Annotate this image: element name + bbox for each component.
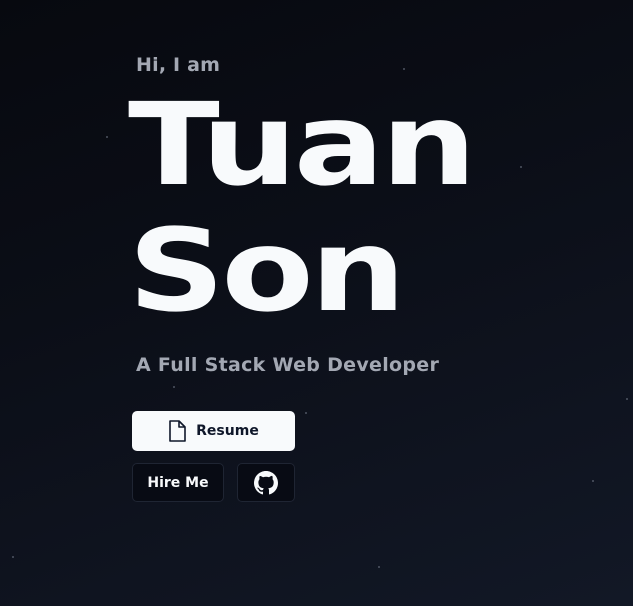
resume-button[interactable]: Resume (132, 411, 295, 451)
star (12, 556, 14, 558)
star (592, 480, 594, 482)
star (305, 412, 307, 414)
star (106, 136, 108, 138)
hero-greeting: Hi, I am (136, 54, 221, 76)
github-icon (254, 470, 278, 495)
hire-me-button[interactable]: Hire Me (132, 463, 224, 502)
hero-name-last: Son (128, 204, 406, 337)
hero-subtitle: A Full Stack Web Developer (136, 354, 440, 376)
hero-name-first: Tuan (128, 78, 477, 211)
star (403, 68, 405, 70)
star (626, 398, 628, 400)
star (173, 386, 175, 388)
github-button[interactable] (237, 463, 295, 502)
hire-me-button-label: Hire Me (147, 474, 209, 491)
star (378, 566, 380, 568)
star (520, 166, 522, 168)
document-icon (168, 420, 186, 442)
resume-button-label: Resume (196, 423, 259, 439)
